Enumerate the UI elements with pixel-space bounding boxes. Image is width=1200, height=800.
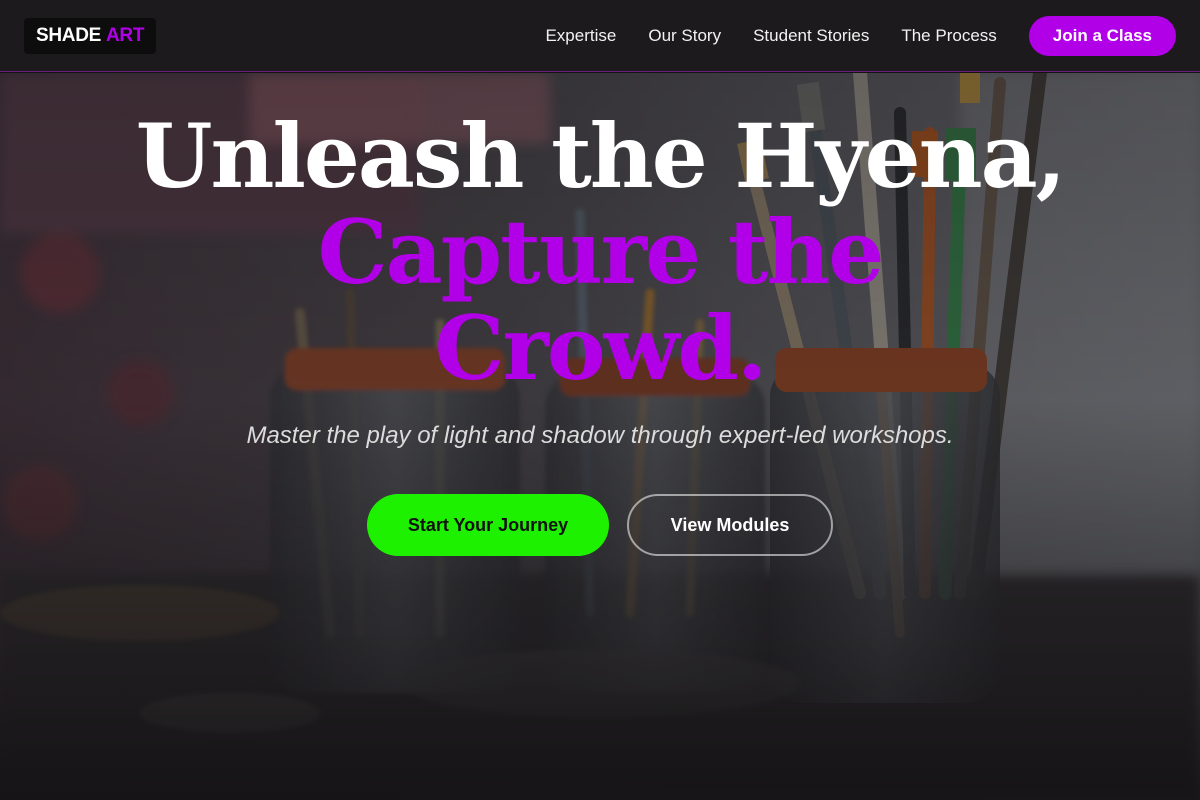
hero-subtitle: Master the play of light and shadow thro… <box>246 422 954 449</box>
headline-line-1: Unleash the Hyena, <box>135 104 1066 208</box>
site-logo[interactable]: SHADE ART <box>24 17 157 54</box>
hero-button-row: Start Your Journey View Modules <box>0 494 1200 556</box>
view-modules-button[interactable]: View Modules <box>627 494 833 556</box>
nav-link-our-story[interactable]: Our Story <box>648 26 721 46</box>
join-class-button[interactable]: Join a Class <box>1028 15 1176 56</box>
site-header: SHADE ART Expertise Our Story Student St… <box>0 0 1200 72</box>
nav-link-expertise[interactable]: Expertise <box>545 26 616 46</box>
hero-headline: Unleash the Hyena, Capture the Crowd. <box>0 108 1200 396</box>
start-journey-button[interactable]: Start Your Journey <box>367 494 609 556</box>
main-nav: Expertise Our Story Student Stories The … <box>545 15 1176 56</box>
hero-content: Unleash the Hyena, Capture the Crowd. Ma… <box>0 108 1200 556</box>
logo-text-primary: SHADE <box>36 24 102 46</box>
nav-link-student-stories[interactable]: Student Stories <box>753 26 869 46</box>
nav-link-the-process[interactable]: The Process <box>901 26 996 46</box>
headline-line-2: Capture the <box>317 200 885 304</box>
logo-text-accent: ART <box>106 24 145 46</box>
headline-line-3: Crowd. <box>434 296 767 400</box>
